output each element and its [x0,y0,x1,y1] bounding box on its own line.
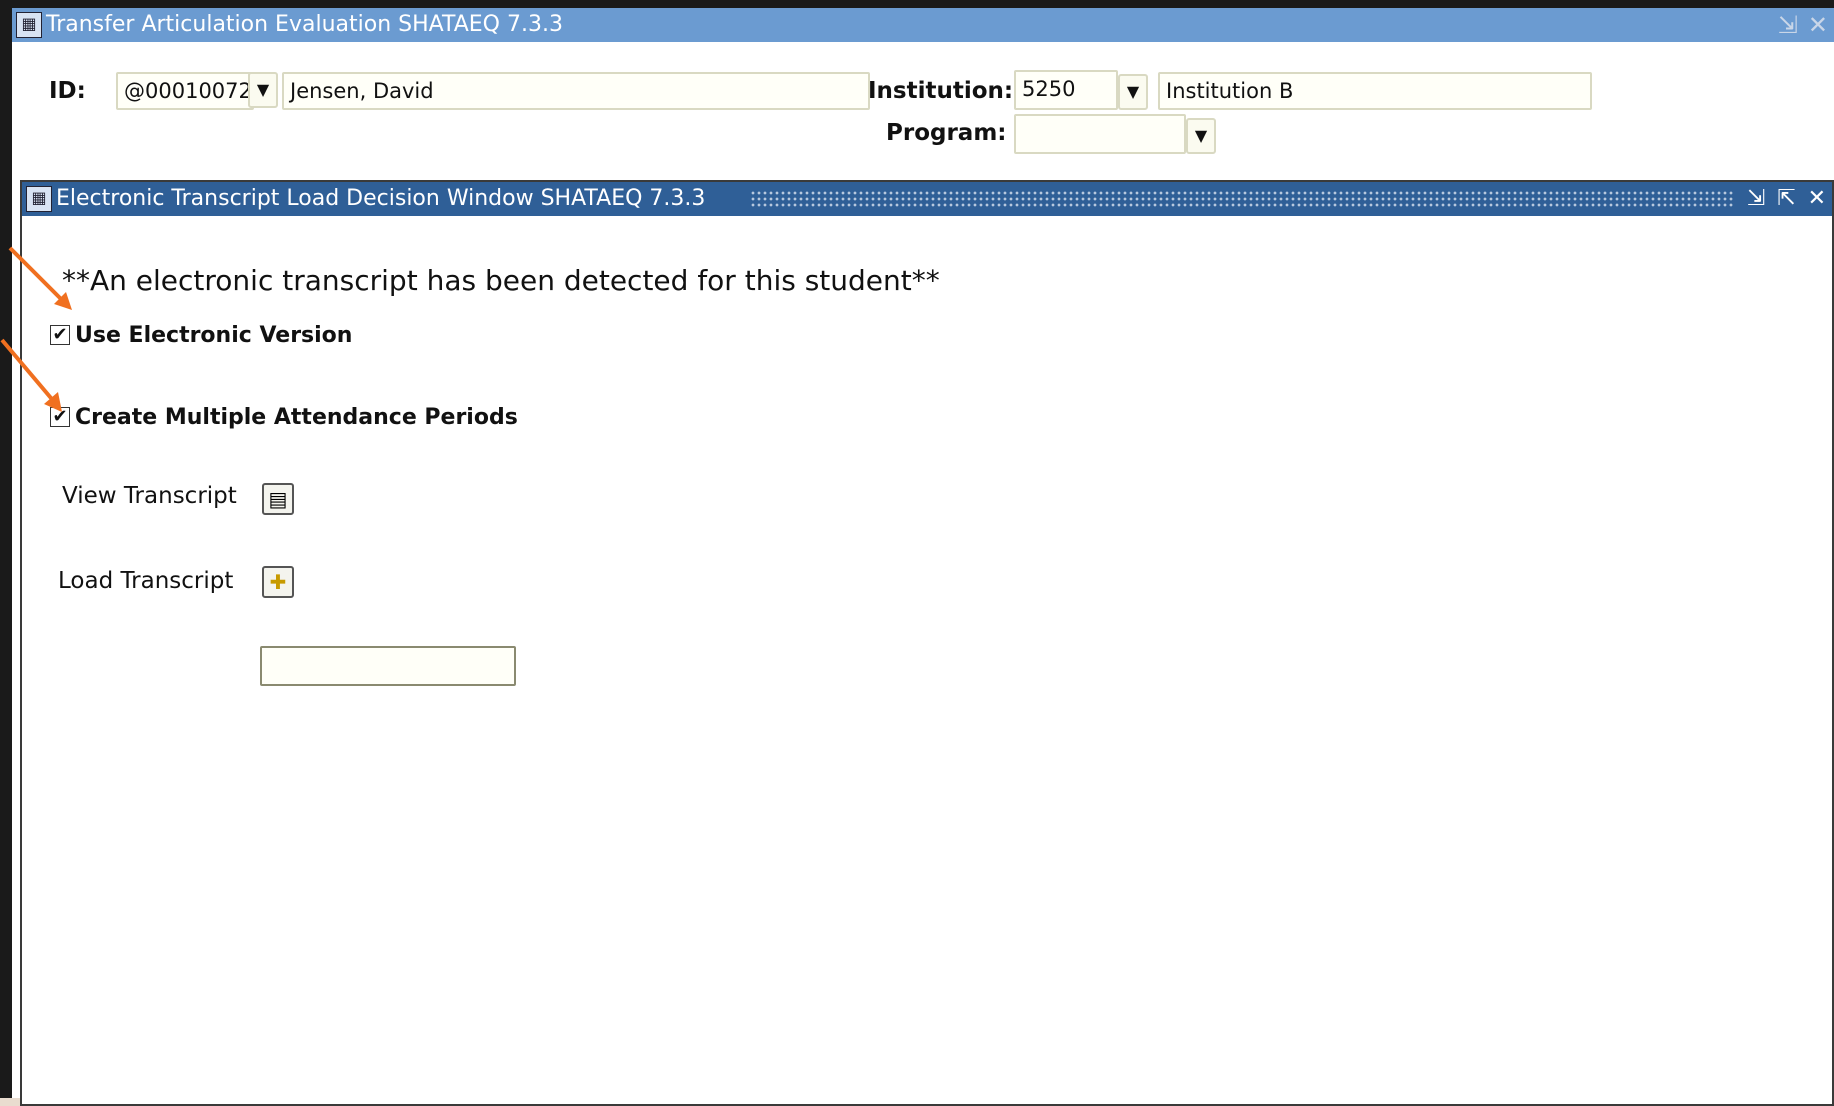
id-dropdown-button[interactable]: ▼ [248,72,278,108]
close-icon[interactable]: ✕ [1808,8,1828,42]
dialog-minimize-icon[interactable]: ⇲ [1747,182,1765,216]
document-icon: ▤ [268,487,288,511]
program-label: Program: [886,120,1007,146]
main-window: ▦ Transfer Articulation Evaluation SHATAE… [0,8,1834,1106]
view-transcript-button[interactable]: ▤ [262,483,294,515]
view-transcript-label: View Transcript [62,483,237,509]
load-icon: ✚ [269,570,287,594]
institution-label: Institution: [868,78,1014,104]
institution-code-field[interactable]: 5250 [1014,70,1118,110]
student-name-field[interactable]: Jensen, David [282,72,870,110]
titlebar-pattern [750,190,1734,208]
id-field[interactable]: @00010072 [116,72,254,110]
main-titlebar: ▦ Transfer Articulation Evaluation SHATAE… [12,8,1834,42]
transcript-load-dialog: ▦ Electronic Transcript Load Decision Win… [20,180,1834,1106]
program-field[interactable] [1014,114,1186,154]
dialog-titlebar: ▦ Electronic Transcript Load Decision Win… [22,182,1832,216]
load-transcript-button[interactable]: ✚ [262,566,294,598]
program-dropdown-button[interactable]: ▼ [1186,118,1216,154]
institution-dropdown-button[interactable]: ▼ [1118,74,1148,110]
minimize-icon[interactable]: ⇲ [1778,8,1798,42]
dialog-app-icon: ▦ [26,186,52,212]
institution-name-field[interactable]: Institution B [1158,72,1592,110]
transcript-notice: **An electronic transcript has been dete… [62,264,940,297]
app-icon: ▦ [16,12,42,38]
dialog-title: Electronic Transcript Load Decision Wind… [56,186,706,211]
annotation-arrow-1 [8,246,72,310]
multiple-periods-label: Create Multiple Attendance Periods [75,405,518,430]
load-transcript-label: Load Transcript [58,568,234,594]
transcript-text-field[interactable] [260,646,516,686]
dialog-maximize-icon[interactable]: ⇱ [1777,182,1795,216]
main-window-title: Transfer Articulation Evaluation SHATAEQ… [46,12,563,37]
annotation-arrow-2 [0,338,62,412]
dialog-close-icon[interactable]: ✕ [1808,182,1826,216]
id-label: ID: [49,78,86,104]
use-electronic-label: Use Electronic Version [75,323,353,348]
